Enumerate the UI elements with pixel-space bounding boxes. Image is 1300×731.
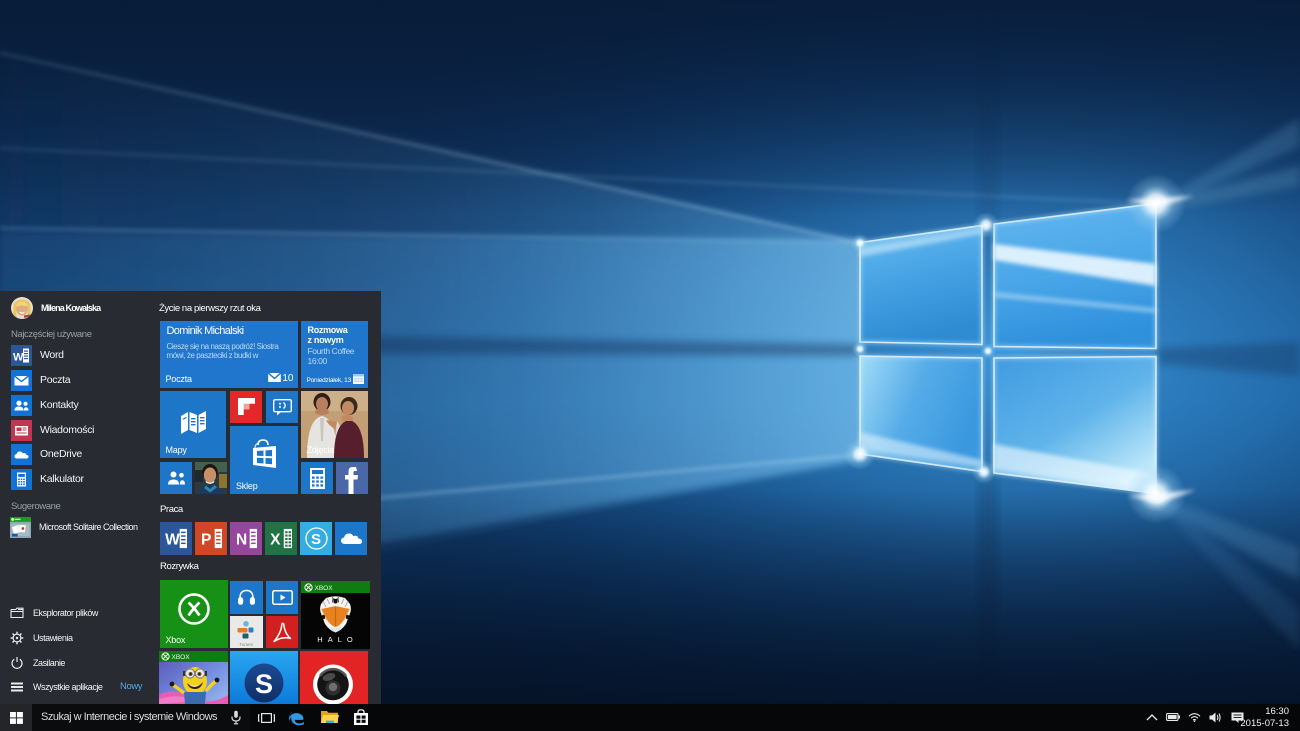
svg-text:X: X — [270, 531, 281, 548]
svg-text:W: W — [13, 352, 24, 364]
svg-text:S: S — [311, 531, 321, 548]
svg-text:P: P — [201, 531, 211, 548]
svg-text:N: N — [236, 531, 247, 548]
svg-text:XBOX: XBOX — [314, 585, 333, 592]
svg-text:W: W — [165, 531, 180, 548]
svg-text:XBOX: XBOX — [172, 654, 191, 661]
svg-text:S: S — [255, 669, 273, 699]
